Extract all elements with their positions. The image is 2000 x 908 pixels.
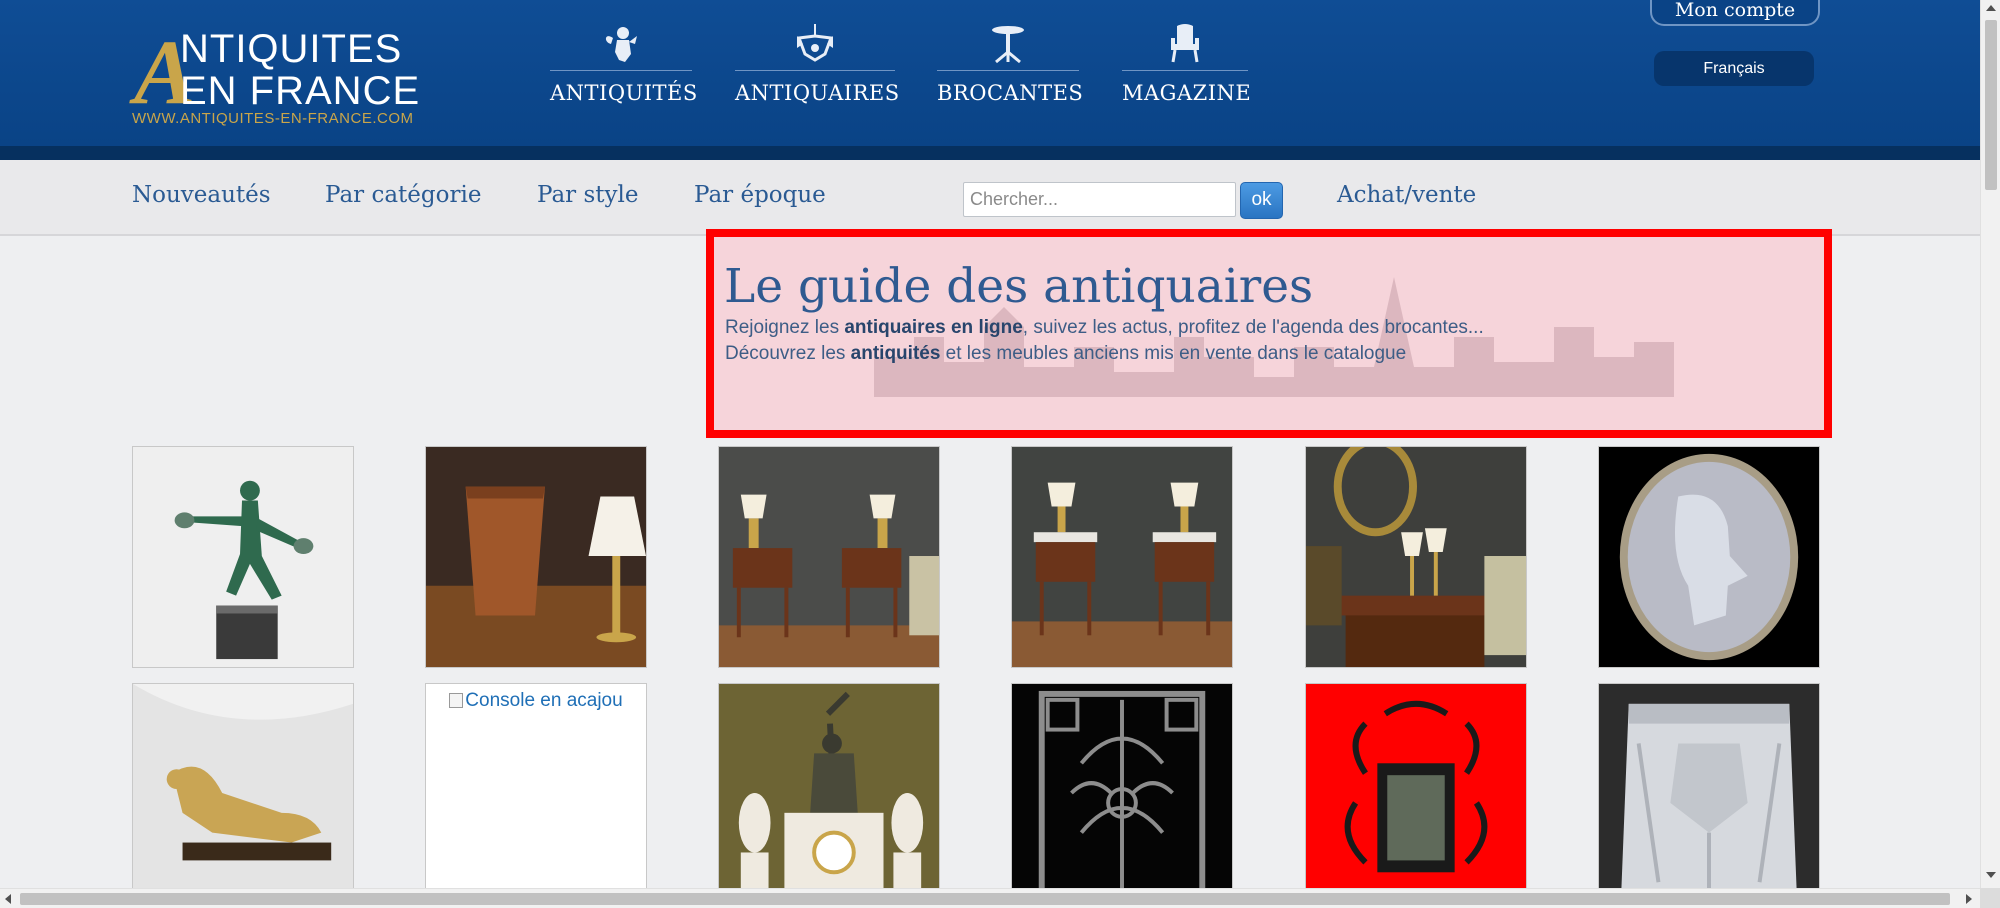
horizontal-scrollbar[interactable] (0, 888, 1980, 908)
broken-image-icon (449, 693, 464, 708)
product-thumbnail-iron-lantern[interactable] (1305, 683, 1527, 905)
vertical-scroll-thumb[interactable] (1985, 20, 1997, 190)
topnav-label: MAGAZINE (1122, 81, 1252, 105)
scrollbar-corner (1980, 888, 2000, 908)
product-thumbnail-nightstand-lamps[interactable] (1305, 446, 1527, 668)
logo-line1: NTIQUITES (180, 27, 403, 71)
product-thumbnail-clock-garniture[interactable] (718, 683, 940, 905)
product-thumbnail-glass-cameo[interactable] (1598, 446, 1820, 668)
logo-line2: EN FRANCE (180, 69, 421, 113)
topnav-divider (735, 70, 895, 71)
logo-url: WWW.ANTIQUITES-EN-FRANCE.COM (132, 110, 414, 127)
gilt-greyhound-sculpture-icon (133, 684, 353, 904)
hero-text: et les meubles anciens mis en vente dans… (940, 343, 1407, 364)
broken-image-alt-text: Console en acajou (465, 690, 623, 711)
topnav-label: ANTIQUITÉS (550, 81, 698, 105)
cherub-icon (605, 27, 637, 62)
vertical-scrollbar[interactable] (1980, 0, 2000, 888)
product-thumbnail-wood-planter[interactable] (425, 446, 647, 668)
hero-text: Découvrez les (725, 343, 851, 364)
iron-grille-panel-icon (1012, 684, 1232, 904)
hero-text-line1: Rejoignez les antiquaires en ligne, suiv… (725, 316, 1484, 340)
guide-banner: Le guide des antiquaires Rejoignez les a… (706, 229, 1832, 438)
topnav-antiquites[interactable]: ANTIQUITÉS (550, 22, 698, 112)
broken-image: Console en acajou (426, 684, 646, 712)
hero-title: Le guide des antiquaires (724, 259, 1314, 314)
pair-of-nightstands-icon (719, 447, 939, 667)
topnav-divider (937, 70, 1079, 71)
frosted-glass-lampshade-icon (1599, 684, 1819, 904)
chandelier-icon (796, 24, 834, 62)
product-thumbnail-nightstands-marble[interactable] (1011, 446, 1233, 668)
armchair-icon (1171, 24, 1199, 63)
product-thumbnail-iron-grille[interactable] (1011, 683, 1233, 905)
product-thumbnail-pair-nightstands[interactable] (718, 446, 940, 668)
topnav-divider (550, 70, 692, 71)
header-strip (0, 146, 1980, 160)
scroll-down-arrow-icon[interactable] (1986, 872, 1996, 878)
antiquites-link[interactable]: antiquités (851, 343, 941, 364)
hero-text: , suivez les actus, profitez de l'agenda… (1022, 317, 1484, 338)
topnav-brocantes[interactable]: BROCANTES (937, 22, 1084, 112)
topnav-antiquaires[interactable]: ANTIQUAIRES (735, 22, 900, 112)
topnav-label: BROCANTES (937, 81, 1084, 105)
scroll-right-arrow-icon[interactable] (1966, 894, 1972, 904)
search-ok-button[interactable]: ok (1240, 182, 1283, 219)
nightstands-marble-top-icon (1012, 447, 1232, 667)
wood-planter-icon (426, 447, 646, 667)
subnav-par-style[interactable]: Par style (537, 182, 638, 208)
search-input[interactable] (963, 182, 1236, 217)
language-selector[interactable]: Français (1654, 51, 1814, 86)
topnav-magazine[interactable]: MAGAZINE (1122, 22, 1252, 112)
pedestal-table-icon (992, 26, 1024, 64)
subnav-nouveautes[interactable]: Nouveautés (132, 182, 271, 208)
subnav-par-categorie[interactable]: Par catégorie (325, 182, 481, 208)
bronze-dancer-statue-icon (133, 447, 353, 667)
wrought-iron-lantern-icon (1306, 684, 1526, 904)
site-logo[interactable]: A NTIQUITES EN FRANCE WWW.ANTIQUITES-EN-… (130, 24, 440, 134)
hero-text-line2: Découvrez les antiquités et les meubles … (725, 342, 1406, 366)
horizontal-scroll-thumb[interactable] (20, 893, 1950, 905)
scroll-left-arrow-icon[interactable] (5, 894, 11, 904)
clock-garniture-set-icon (719, 684, 939, 904)
glass-cameo-medallion-icon (1599, 447, 1819, 667)
product-thumbnail-bronze-dancer[interactable] (132, 446, 354, 668)
product-thumbnail-console[interactable]: Console en acajou (425, 683, 647, 905)
product-thumbnail-frosted-lampshade[interactable] (1598, 683, 1820, 905)
topnav-divider (1122, 70, 1248, 71)
nightstand-lamps-icon (1306, 447, 1526, 667)
antiquaires-en-ligne-link[interactable]: antiquaires en ligne (844, 317, 1022, 338)
subnav-par-epoque[interactable]: Par époque (694, 182, 826, 208)
subnav-achat-vente[interactable]: Achat/vente (1337, 182, 1476, 208)
scroll-up-arrow-icon[interactable] (1986, 5, 1996, 11)
my-account-button[interactable]: Mon compte (1650, 0, 1820, 26)
topnav-label: ANTIQUAIRES (735, 81, 900, 105)
hero-text: Rejoignez les (725, 317, 845, 338)
product-thumbnail-gilt-greyhound[interactable] (132, 683, 354, 905)
